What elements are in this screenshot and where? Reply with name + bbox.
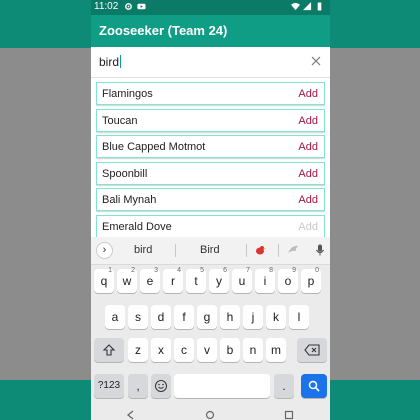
battery-icon: [317, 2, 322, 11]
search-icon: [308, 380, 320, 392]
list-item: Emerald Dove Add: [96, 214, 325, 237]
search-query-text: bird: [99, 55, 120, 69]
bird-emoji-icon[interactable]: [253, 243, 267, 257]
key-j[interactable]: j: [243, 305, 263, 329]
key-m[interactable]: m: [266, 338, 286, 362]
add-button[interactable]: Add: [298, 141, 318, 153]
list-item: Spoonbill Add: [96, 161, 325, 185]
back-icon[interactable]: [126, 410, 136, 420]
microphone-icon[interactable]: [313, 243, 327, 257]
key-u[interactable]: u: [232, 261, 252, 293]
key-q[interactable]: q: [94, 261, 114, 293]
key-h[interactable]: h: [220, 305, 240, 329]
key-t[interactable]: t: [186, 261, 206, 293]
key-d[interactable]: d: [151, 305, 171, 329]
space-key[interactable]: [174, 374, 270, 398]
add-button[interactable]: Add: [298, 115, 318, 127]
app-title: Zooseeker (Team 24): [99, 23, 228, 38]
suggestion-divider: [175, 244, 176, 257]
key-z[interactable]: z: [128, 338, 148, 362]
key-comma[interactable]: ,: [128, 374, 148, 398]
key-f[interactable]: f: [174, 305, 194, 329]
key-v[interactable]: v: [197, 338, 217, 362]
chevron-right-icon[interactable]: ›: [96, 242, 113, 259]
home-icon[interactable]: [205, 410, 215, 420]
key-s[interactable]: s: [128, 305, 148, 329]
suggestion-divider: [278, 244, 279, 257]
symbols-key[interactable]: ?123: [94, 374, 124, 398]
add-button[interactable]: Add: [298, 221, 318, 233]
text-cursor: [120, 55, 122, 68]
search-input[interactable]: bird: [91, 47, 330, 78]
youtube-icon: [137, 3, 146, 10]
add-button[interactable]: Add: [298, 88, 318, 100]
status-bar: 11:02: [91, 0, 330, 15]
key-o[interactable]: o: [278, 261, 298, 293]
search-key[interactable]: [301, 374, 327, 398]
animal-name: Bali Mynah: [102, 194, 157, 207]
emoji-icon: [155, 380, 167, 392]
add-button[interactable]: Add: [298, 168, 318, 180]
key-k[interactable]: k: [266, 305, 286, 329]
list-item: Toucan Add: [96, 108, 325, 132]
suggestion-item[interactable]: bird: [134, 244, 152, 256]
key-period[interactable]: .: [274, 374, 294, 398]
shift-icon: [102, 344, 116, 356]
key-i[interactable]: i: [255, 261, 275, 293]
close-icon[interactable]: [310, 55, 322, 67]
recents-icon[interactable]: [284, 410, 294, 420]
key-c[interactable]: c: [174, 338, 194, 362]
key-p[interactable]: p: [301, 261, 321, 293]
wifi-icon: [291, 2, 300, 11]
key-y[interactable]: y: [209, 261, 229, 293]
signal-icon: [303, 2, 312, 11]
key-g[interactable]: g: [197, 305, 217, 329]
animal-name: Spoonbill: [102, 167, 148, 180]
animal-name: Flamingos: [102, 88, 153, 100]
key-x[interactable]: x: [151, 338, 171, 362]
phone-screen: 11:02 Zooseeker (Team 24) bird Flamingos…: [91, 0, 330, 420]
list-item: Bali Mynah Add: [96, 188, 325, 212]
backspace-key[interactable]: [297, 338, 327, 362]
key-r[interactable]: r: [163, 261, 183, 293]
suggestion-item[interactable]: Bird: [200, 244, 220, 256]
key-w[interactable]: w: [117, 261, 137, 293]
suggestion-divider: [246, 244, 247, 257]
status-time: 11:02: [94, 1, 119, 12]
key-n[interactable]: n: [243, 338, 263, 362]
key-a[interactable]: a: [105, 305, 125, 329]
animal-name: Emerald Dove: [102, 220, 172, 233]
key-e[interactable]: e: [140, 261, 160, 293]
add-button[interactable]: Add: [298, 194, 318, 206]
soft-keyboard: › bird Bird q w e r t y u i o p a s d f …: [91, 237, 330, 420]
navigation-bar: [91, 407, 330, 420]
app-bar: Zooseeker (Team 24): [91, 15, 330, 47]
results-list: Flamingos Add Toucan Add Blue Capped Mot…: [96, 82, 325, 237]
key-l[interactable]: l: [289, 305, 309, 329]
search-query: bird: [99, 55, 122, 69]
wing-emoji-icon[interactable]: [286, 243, 300, 257]
shift-key[interactable]: [94, 338, 124, 362]
key-b[interactable]: b: [220, 338, 240, 362]
emoji-key[interactable]: [151, 374, 171, 398]
animal-name: Blue Capped Motmot: [102, 141, 206, 154]
list-item: Blue Capped Motmot Add: [96, 135, 325, 159]
settings-icon: [125, 3, 132, 10]
list-item: Flamingos Add: [96, 82, 325, 105]
backspace-icon: [304, 344, 320, 356]
animal-name: Toucan: [102, 114, 138, 127]
